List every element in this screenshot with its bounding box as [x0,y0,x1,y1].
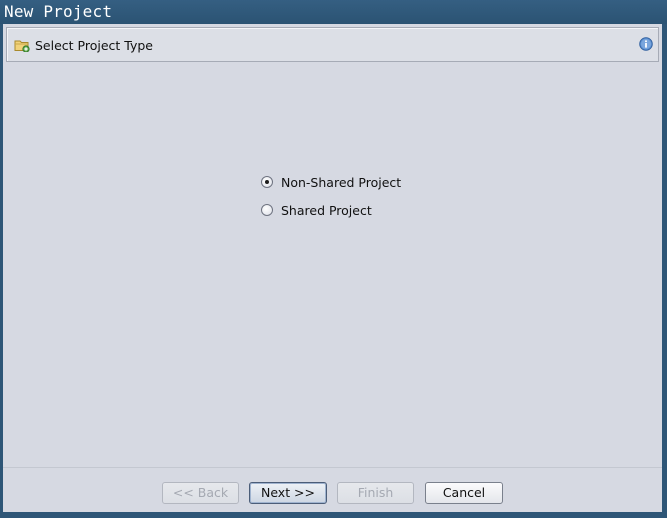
radio-selected-dot [265,180,269,184]
next-button-label: Next >> [260,485,316,500]
window-title: New Project [4,2,113,21]
new-project-dialog: New Project Select Project Type Non-Shar… [0,0,667,518]
wizard-header: Select Project Type [6,27,659,62]
back-button[interactable]: << Back [162,482,239,504]
title-bar[interactable]: New Project [0,0,667,24]
info-icon[interactable] [639,37,653,51]
finish-button-label: Finish [357,485,394,500]
non-shared-radio[interactable] [261,176,273,188]
cancel-button-label: Cancel [442,485,486,500]
non-shared-label[interactable]: Non-Shared Project [281,175,401,190]
back-button-label: << Back [172,485,229,500]
folder-add-icon [14,40,30,52]
option-non-shared-project[interactable]: Non-Shared Project [261,173,401,191]
finish-button[interactable]: Finish [337,482,414,504]
wizard-header-title: Select Project Type [35,38,153,53]
shared-label[interactable]: Shared Project [281,203,372,218]
footer-separator [3,467,662,468]
option-shared-project[interactable]: Shared Project [261,201,372,219]
shared-radio[interactable] [261,204,273,216]
dialog-body: Select Project Type Non-Shared Project S… [3,24,662,512]
next-button[interactable]: Next >> [249,482,327,504]
cancel-button[interactable]: Cancel [425,482,503,504]
